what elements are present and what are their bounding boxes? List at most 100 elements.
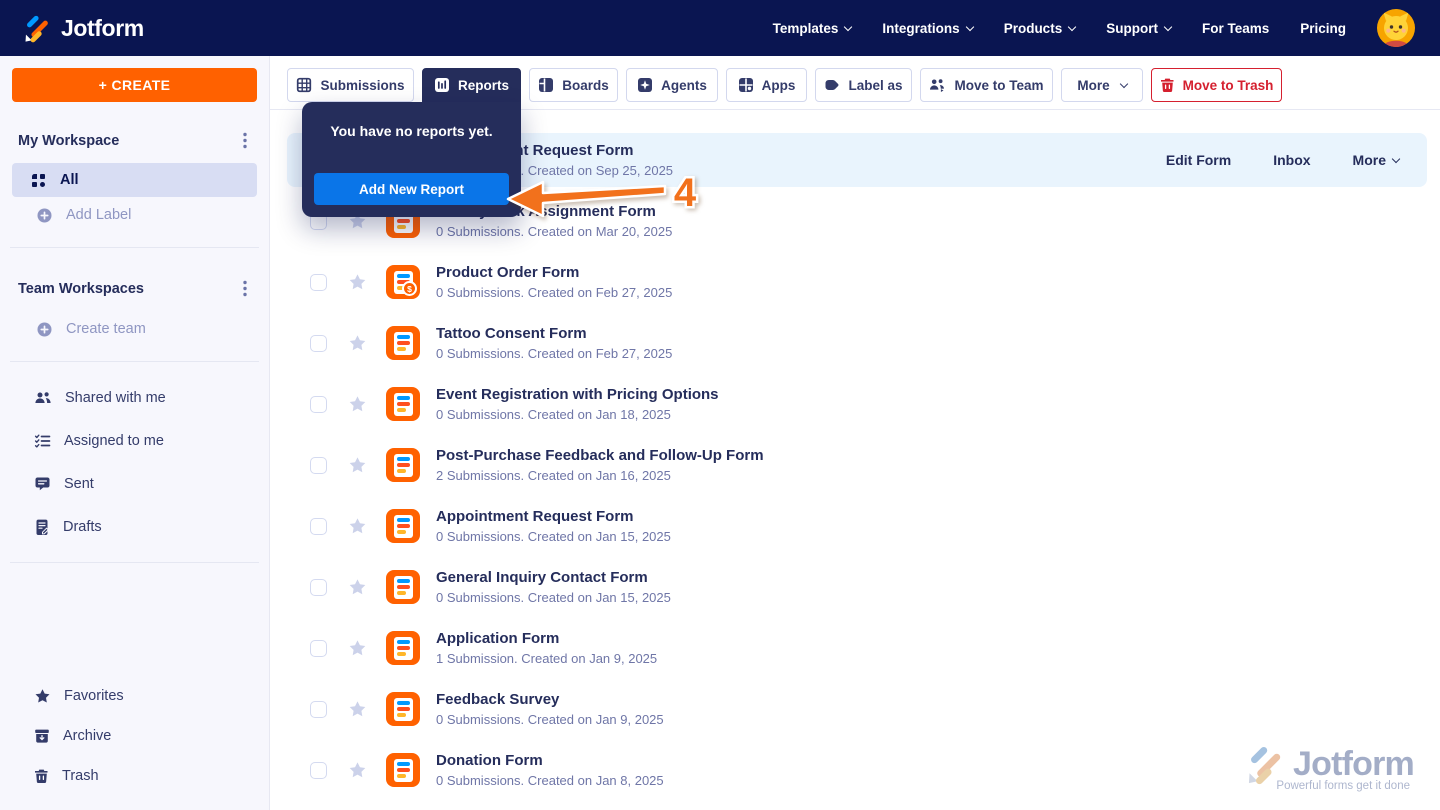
form-meta: 2 Submissions. Created on Jan 16, 2025 — [436, 467, 671, 483]
form-title[interactable]: Tattoo Consent Form — [436, 325, 672, 343]
nav-item-support[interactable]: Support — [1106, 21, 1173, 36]
sidebar-item-drafts[interactable]: Drafts — [0, 505, 269, 548]
jotform-logo[interactable]: Jotform — [22, 13, 144, 43]
form-icon — [386, 448, 420, 482]
form-row-post-purchase-feedback-and-follow-up-form[interactable]: Post-Purchase Feedback and Follow-Up For… — [287, 438, 1427, 492]
nav-item-label: Pricing — [1300, 20, 1346, 36]
dollar-badge-icon — [402, 281, 417, 296]
row-action-more[interactable]: More — [1353, 152, 1401, 168]
form-text: Donation Form 0 Submissions. Created on … — [436, 752, 664, 789]
row-checkbox[interactable] — [310, 456, 327, 474]
form-title[interactable]: Feedback Survey — [436, 691, 664, 709]
form-icon — [386, 387, 420, 421]
toolbar-button-reports[interactable]: Reports — [422, 68, 521, 102]
toolbar-button-more[interactable]: More — [1061, 68, 1143, 102]
svg-text:4: 4 — [674, 171, 697, 215]
sidebar-item-shared-with-me[interactable]: Shared with me — [0, 376, 269, 419]
row-checkbox[interactable] — [310, 639, 327, 657]
sidebar-item-favorites[interactable]: Favorites — [0, 676, 269, 716]
toolbar-button-agents[interactable]: Agents — [626, 68, 718, 102]
toolbar-button-apps[interactable]: Apps — [726, 68, 807, 102]
form-row-tattoo-consent-form[interactable]: Tattoo Consent Form 0 Submissions. Creat… — [287, 316, 1427, 370]
favorite-star-icon[interactable] — [348, 334, 367, 353]
add-new-report-button[interactable]: Add New Report — [314, 173, 509, 205]
form-row-product-order-form[interactable]: Product Order Form 0 Submissions. Create… — [287, 255, 1427, 309]
form-row-general-inquiry-contact-form[interactable]: General Inquiry Contact Form 0 Submissio… — [287, 560, 1427, 614]
sidebar-item-add-label[interactable]: Add Label — [0, 197, 269, 233]
form-row-application-form[interactable]: Application Form 1 Submission. Created o… — [287, 621, 1427, 675]
row-checkbox[interactable] — [310, 273, 327, 291]
nav-item-integrations[interactable]: Integrations — [882, 21, 974, 36]
nav-item-for-teams[interactable]: For Teams — [1202, 21, 1269, 36]
divider — [10, 247, 259, 248]
form-title[interactable]: Donation Form — [436, 752, 664, 770]
sidebar-item-sent[interactable]: Sent — [0, 462, 269, 505]
divider — [10, 562, 259, 563]
row-checkbox[interactable] — [310, 517, 327, 535]
toolbar-button-move-to-team[interactable]: Move to Team — [920, 68, 1053, 102]
my-workspace-header: My Workspace — [0, 114, 269, 163]
form-icon — [386, 570, 420, 604]
all-grid-icon — [30, 172, 47, 189]
kebab-menu-icon[interactable] — [241, 278, 249, 299]
toolbar-button-move-to-trash[interactable]: Move to Trash — [1151, 68, 1282, 102]
row-action-edit-form[interactable]: Edit Form — [1166, 152, 1231, 168]
sidebar-item-all[interactable]: All — [12, 163, 257, 197]
favorite-star-icon[interactable] — [348, 761, 367, 780]
favorite-star-icon[interactable] — [348, 395, 367, 414]
form-icon — [386, 265, 420, 299]
form-row-feedback-survey[interactable]: Feedback Survey 0 Submissions. Created o… — [287, 682, 1427, 736]
form-row-event-registration-with-pricing-options[interactable]: Event Registration with Pricing Options … — [287, 377, 1427, 431]
sidebar-item-label: Drafts — [63, 518, 102, 535]
form-icon-document — [393, 392, 413, 416]
nav-item-pricing[interactable]: Pricing — [1300, 21, 1346, 36]
row-checkbox[interactable] — [310, 334, 327, 352]
sidebar-item-archive[interactable]: Archive — [0, 716, 269, 756]
sidebar-item-create-team[interactable]: Create team — [0, 311, 269, 347]
form-title[interactable]: Post-Purchase Feedback and Follow-Up For… — [436, 447, 764, 465]
form-meta: 0 Submissions. Created on Jan 9, 2025 — [436, 711, 664, 727]
kebab-menu-icon[interactable] — [241, 130, 249, 151]
toolbar-button-label: Reports — [457, 77, 509, 93]
sidebar-item-assigned-to-me[interactable]: Assigned to me — [0, 419, 269, 462]
nav-item-templates[interactable]: Templates — [773, 21, 853, 36]
favorite-star-icon[interactable] — [348, 273, 367, 292]
draft-icon — [34, 519, 50, 535]
apps-icon — [738, 77, 754, 93]
avatar[interactable] — [1376, 8, 1416, 48]
form-row-appointment-request-form[interactable]: Appointment Request Form 0 Submissions. … — [287, 499, 1427, 553]
form-icon — [386, 692, 420, 726]
favorite-star-icon[interactable] — [348, 517, 367, 536]
form-title[interactable]: Application Form — [436, 630, 657, 648]
favorite-star-icon[interactable] — [348, 700, 367, 719]
toolbar-button-submissions[interactable]: Submissions — [287, 68, 414, 102]
form-text: Appointment Request Form 0 Submissions. … — [436, 508, 671, 545]
toolbar-button-label-as[interactable]: Label as — [815, 68, 912, 102]
favorite-star-icon[interactable] — [348, 456, 367, 475]
favorite-star-icon[interactable] — [348, 578, 367, 597]
form-icon-document — [393, 636, 413, 660]
form-title[interactable]: General Inquiry Contact Form — [436, 569, 671, 587]
toolbar-button-boards[interactable]: Boards — [529, 68, 618, 102]
row-checkbox[interactable] — [310, 395, 327, 413]
watermark: Jotform Powerful forms get it done — [1244, 743, 1415, 792]
nav-item-products[interactable]: Products — [1004, 21, 1077, 36]
form-title[interactable]: Product Order Form — [436, 264, 672, 282]
create-button[interactable]: + CREATE — [12, 68, 257, 102]
jotform-watermark-icon — [1248, 746, 1281, 785]
form-title[interactable]: Event Registration with Pricing Options — [436, 386, 719, 404]
row-action-inbox[interactable]: Inbox — [1273, 152, 1310, 168]
row-checkbox[interactable] — [310, 761, 327, 779]
form-text: Tattoo Consent Form 0 Submissions. Creat… — [436, 325, 672, 362]
sidebar-item-label: Add Label — [66, 207, 132, 223]
row-checkbox[interactable] — [310, 700, 327, 718]
sidebar-item-label: Create team — [66, 321, 146, 337]
form-title[interactable]: Appointment Request Form — [436, 508, 671, 526]
row-checkbox[interactable] — [310, 578, 327, 596]
form-meta: 0 Submissions. Created on Jan 18, 2025 — [436, 406, 671, 422]
avatar-image — [1377, 9, 1415, 47]
people-icon — [34, 390, 52, 406]
form-icon — [386, 326, 420, 360]
favorite-star-icon[interactable] — [348, 639, 367, 658]
sidebar-item-trash[interactable]: Trash — [0, 756, 269, 796]
